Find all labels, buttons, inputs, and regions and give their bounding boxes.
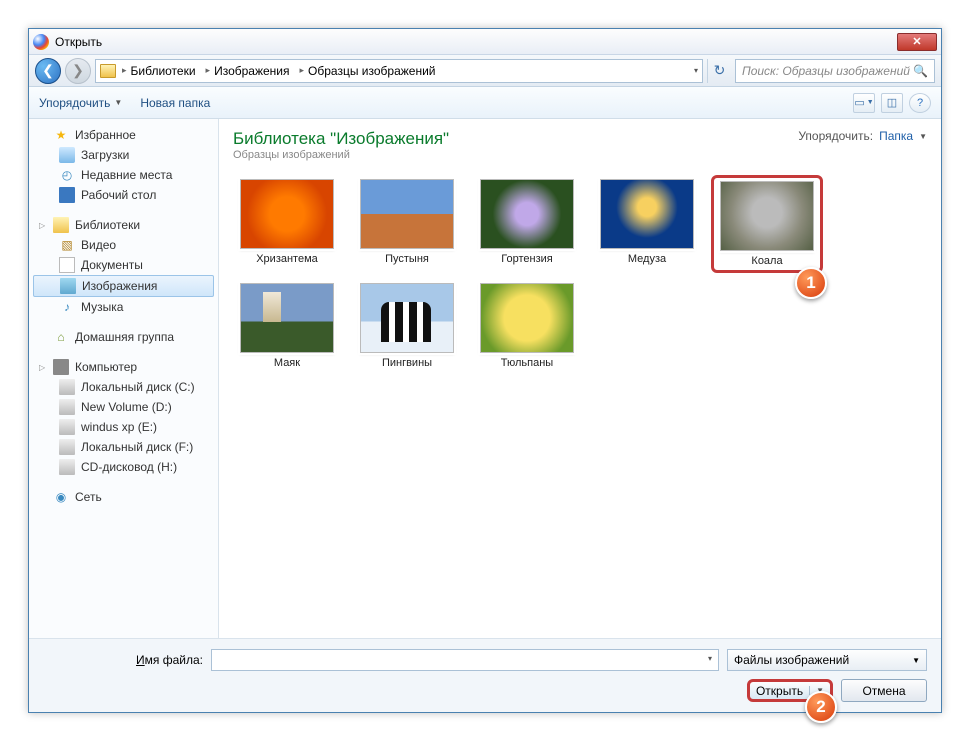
sidebar-drive-f[interactable]: Локальный диск (F:) — [29, 437, 218, 457]
thumbnail — [240, 179, 334, 249]
thumbnail — [360, 283, 454, 353]
filename-label: Имя файла: — [43, 653, 203, 667]
crumb-images[interactable]: Изображения — [214, 64, 289, 78]
sidebar-favorites[interactable]: ★Избранное — [29, 125, 218, 145]
sidebar-drive-c[interactable]: Локальный диск (C:) — [29, 377, 218, 397]
sidebar-downloads[interactable]: Загрузки — [29, 145, 218, 165]
sidebar-libraries[interactable]: ▷Библиотеки — [29, 215, 218, 235]
callout-marker-1: 1 — [795, 267, 827, 299]
thumbnail — [240, 283, 334, 353]
thumbnail — [720, 181, 814, 251]
refresh-button[interactable]: ↻ — [707, 59, 731, 83]
back-button[interactable]: ❮ — [35, 58, 61, 84]
sidebar-desktop[interactable]: Рабочий стол — [29, 185, 218, 205]
chrome-icon — [33, 34, 49, 50]
file-grid: Хризантема Пустыня Гортензия Медуза Коал… — [219, 167, 941, 638]
toolbar: Упорядочить▼ Новая папка ▭▼ ◫ ? — [29, 87, 941, 119]
main-pane: Библиотека "Изображения" Образцы изображ… — [219, 119, 941, 638]
arrange-by[interactable]: Упорядочить: Папка ▼ — [798, 129, 927, 143]
filename-input[interactable]: ▾ — [211, 649, 719, 671]
file-type-filter[interactable]: Файлы изображений▼ — [727, 649, 927, 671]
cancel-button[interactable]: Отмена — [841, 679, 927, 702]
window-title: Открыть — [55, 35, 102, 49]
search-icon: 🔍 — [913, 64, 928, 78]
sidebar-music[interactable]: ♪Музыка — [29, 297, 218, 317]
sidebar-drive-e[interactable]: windus xp (E:) — [29, 417, 218, 437]
file-item-koala[interactable]: Коала — [711, 175, 823, 273]
search-input[interactable]: Поиск: Образцы изображений 🔍 — [735, 59, 935, 83]
library-subtitle: Образцы изображений — [233, 149, 449, 161]
sidebar-images[interactable]: Изображения — [33, 275, 214, 297]
crumb-samples[interactable]: Образцы изображений — [308, 64, 435, 78]
sidebar-homegroup[interactable]: ⌂Домашняя группа — [29, 327, 218, 347]
search-placeholder: Поиск: Образцы изображений — [742, 64, 910, 78]
file-item-desert[interactable]: Пустыня — [351, 175, 463, 273]
sidebar: ★Избранное Загрузки ◴Недавние места Рабо… — [29, 119, 219, 638]
callout-marker-2: 2 — [805, 691, 837, 723]
sidebar-network[interactable]: ◉Сеть — [29, 487, 218, 507]
sidebar-drive-d[interactable]: New Volume (D:) — [29, 397, 218, 417]
forward-button[interactable]: ❯ — [65, 58, 91, 84]
sidebar-video[interactable]: ▧Видео — [29, 235, 218, 255]
organize-menu[interactable]: Упорядочить▼ — [39, 96, 122, 110]
sidebar-recent[interactable]: ◴Недавние места — [29, 165, 218, 185]
file-item-lighthouse[interactable]: Маяк — [231, 279, 343, 373]
sidebar-documents[interactable]: Документы — [29, 255, 218, 275]
crumb-libraries[interactable]: Библиотеки — [131, 64, 196, 78]
file-item-tulips[interactable]: Тюльпаны — [471, 279, 583, 373]
new-folder-button[interactable]: Новая папка — [140, 96, 210, 110]
dialog-footer: Имя файла: ▾ Файлы изображений▼ Открыть▼… — [29, 638, 941, 712]
thumbnail — [360, 179, 454, 249]
view-mode-button[interactable]: ▭▼ — [853, 93, 875, 113]
titlebar: Открыть ✕ — [29, 29, 941, 55]
file-item-penguins[interactable]: Пингвины — [351, 279, 463, 373]
breadcrumb-bar[interactable]: ▸Библиотеки ▸Изображения ▸Образцы изобра… — [95, 59, 703, 83]
thumbnail — [480, 283, 574, 353]
file-item-jellyfish[interactable]: Медуза — [591, 175, 703, 273]
nav-bar: ❮ ❯ ▸Библиотеки ▸Изображения ▸Образцы из… — [29, 55, 941, 87]
sidebar-drive-h[interactable]: CD-дисковод (H:) — [29, 457, 218, 477]
close-button[interactable]: ✕ — [897, 33, 937, 51]
file-item-hydrangeas[interactable]: Гортензия — [471, 175, 583, 273]
sidebar-computer[interactable]: ▷Компьютер — [29, 357, 218, 377]
thumbnail — [600, 179, 694, 249]
preview-pane-button[interactable]: ◫ — [881, 93, 903, 113]
library-title: Библиотека "Изображения" — [233, 129, 449, 149]
file-item-chrysanthemum[interactable]: Хризантема — [231, 175, 343, 273]
open-file-dialog: Открыть ✕ ❮ ❯ ▸Библиотеки ▸Изображения ▸… — [28, 28, 942, 713]
help-button[interactable]: ? — [909, 93, 931, 113]
folder-icon — [100, 64, 116, 78]
thumbnail — [480, 179, 574, 249]
